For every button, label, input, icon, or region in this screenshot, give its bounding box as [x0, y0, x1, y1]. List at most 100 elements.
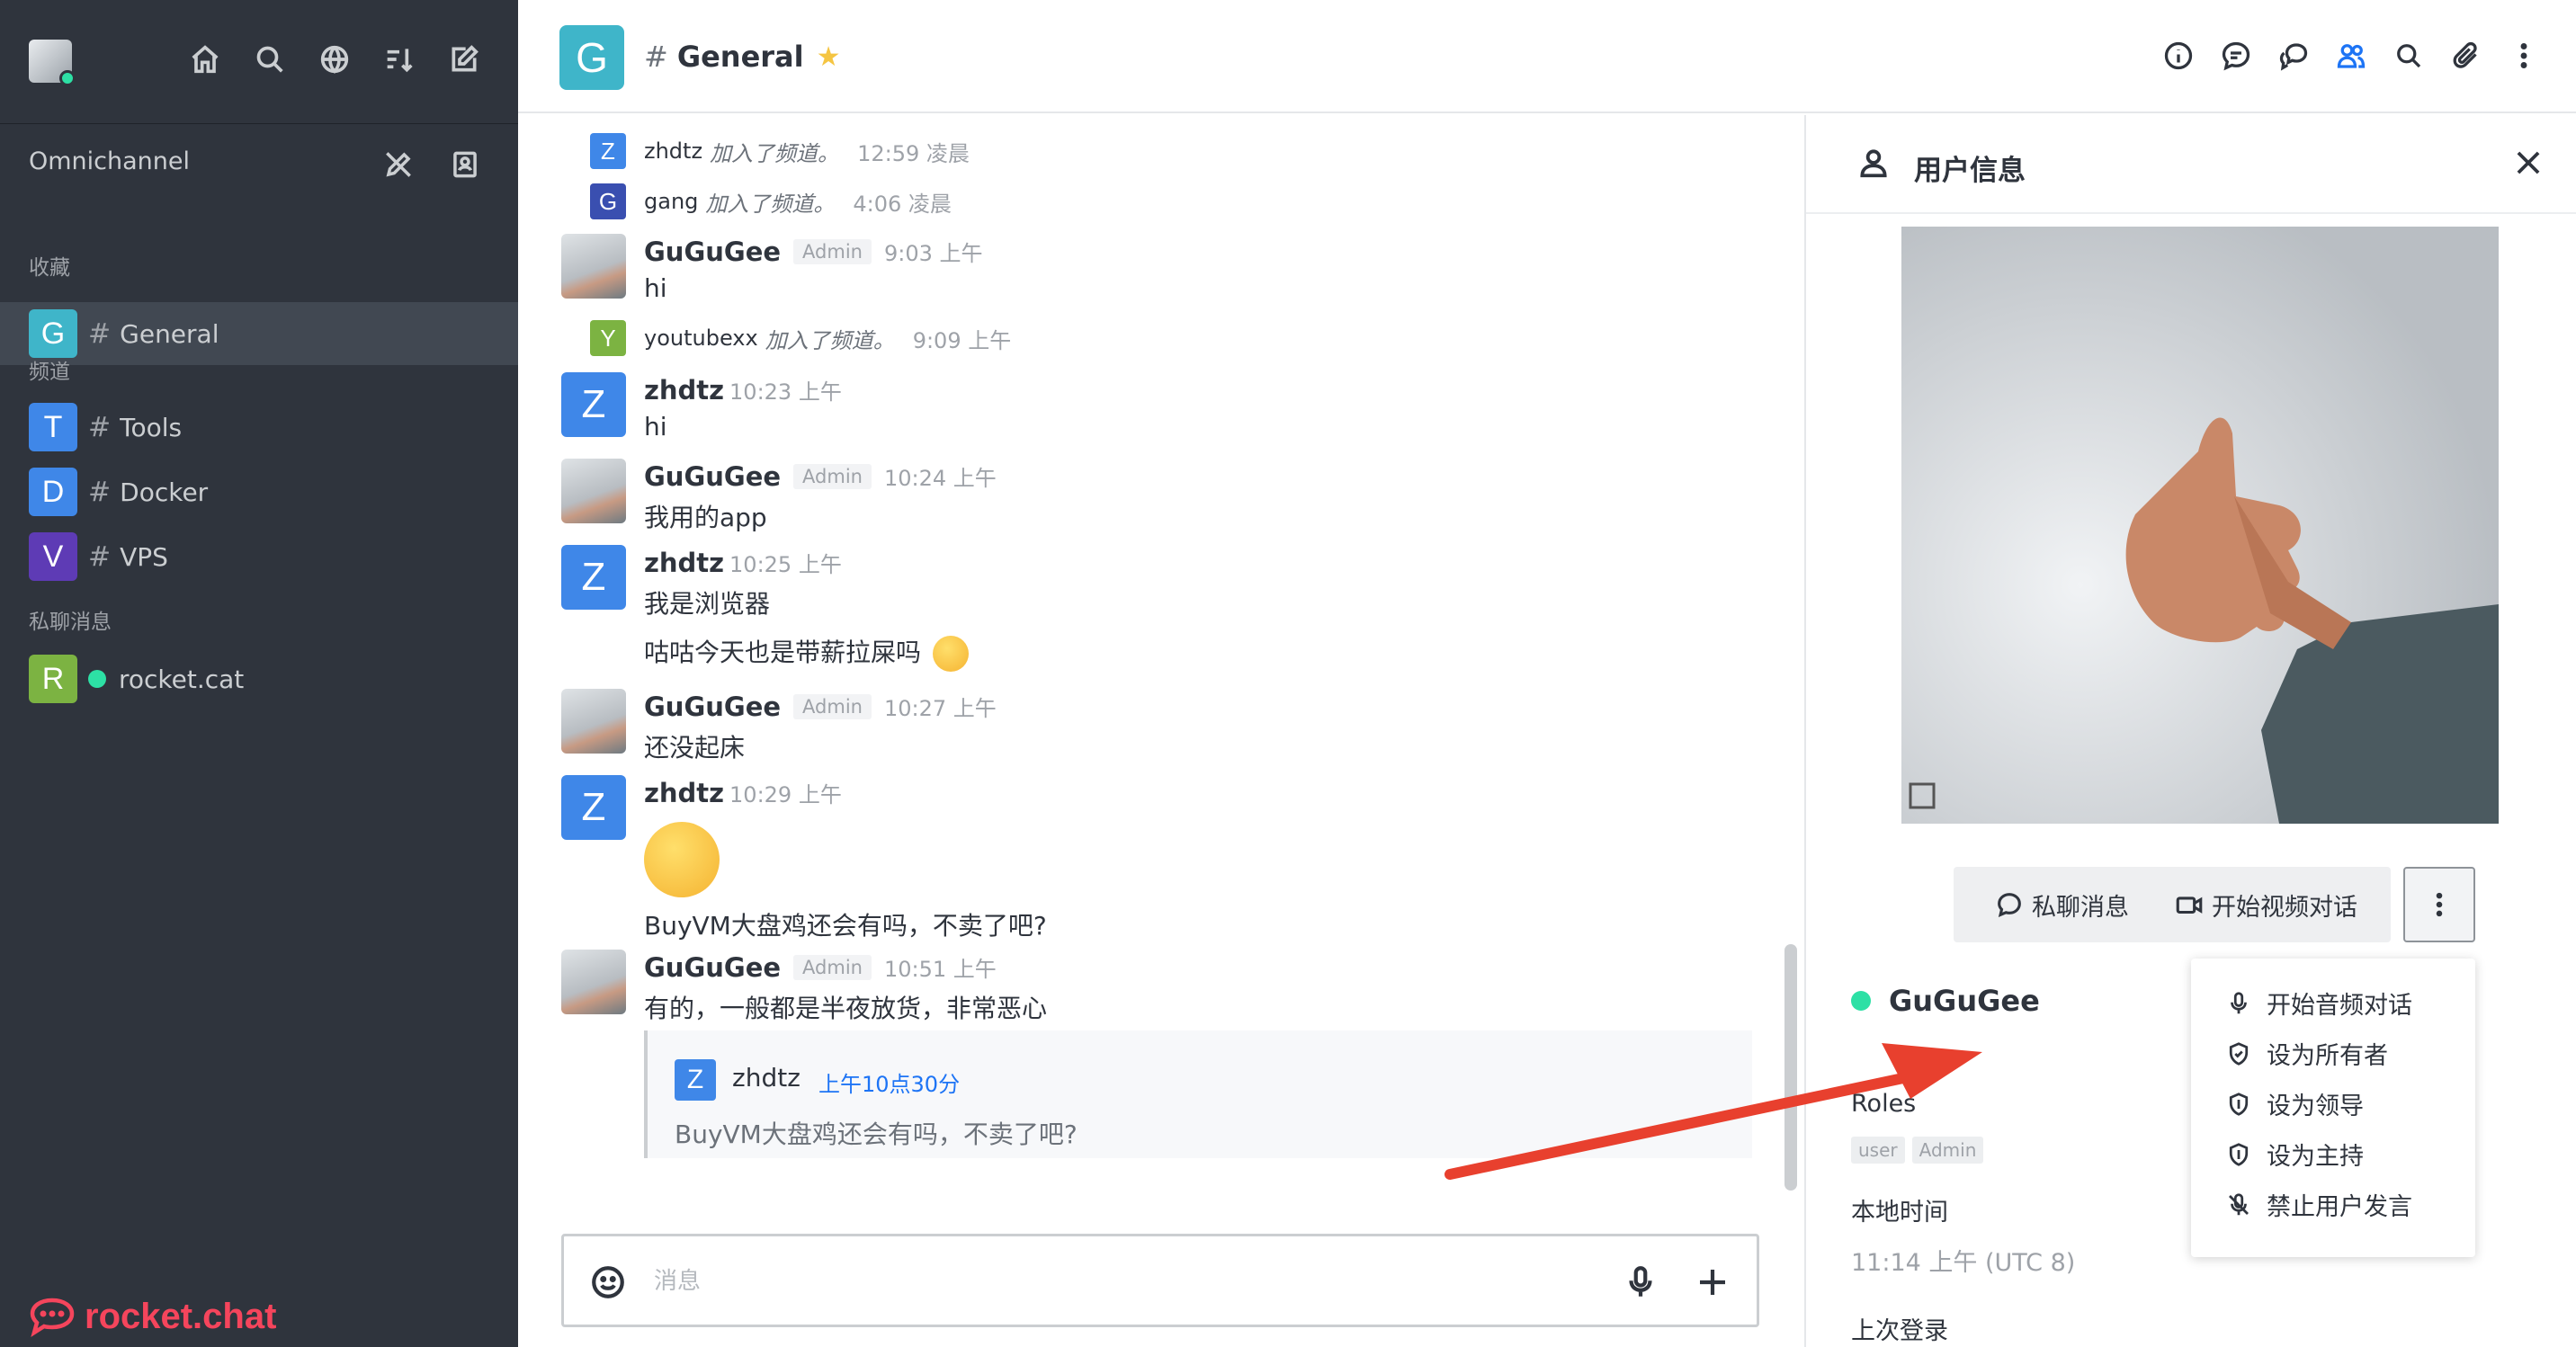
username: GuGuGee	[1889, 984, 2040, 1018]
username[interactable]: zhdtz	[644, 138, 702, 164]
avatar[interactable]	[29, 40, 76, 86]
avatar[interactable]	[561, 459, 626, 523]
username[interactable]: youtubexx	[644, 326, 758, 351]
timestamp: 4:06 凌晨	[853, 191, 952, 217]
search-messages-icon[interactable]	[2393, 40, 2425, 76]
menu-item-mute-user[interactable]: 禁止用户发言	[2225, 1187, 2412, 1222]
omnichannel-status-icon[interactable]	[381, 147, 416, 185]
sidebar-item-general[interactable]: G # General	[0, 302, 518, 365]
sidebar-item-tools[interactable]: T # Tools	[0, 396, 518, 459]
message-input[interactable]	[654, 1260, 1589, 1303]
timestamp: 10:29 上午	[729, 782, 842, 807]
mic-off-icon	[2229, 1192, 2249, 1215]
username[interactable]: zhdtz	[644, 778, 724, 808]
kebab-menu-icon[interactable]	[2508, 40, 2540, 76]
username[interactable]: GuGuGee	[644, 691, 781, 722]
avatar[interactable]: Z	[590, 133, 626, 169]
user-status: GuGuGee	[1851, 984, 2040, 1018]
search-icon[interactable]	[252, 41, 288, 81]
timestamp: 12:59 凌晨	[857, 140, 970, 166]
omnichannel-label: Omnichannel	[29, 147, 191, 175]
message-list[interactable]: Z zhdtz 加入了频道。 12:59 凌晨 G gang 加入了频道。 4:…	[518, 115, 1802, 1212]
message-text: 咕咕今天也是带薪拉屎吗	[644, 633, 969, 672]
threads-icon[interactable]	[2277, 40, 2310, 76]
discussion-icon[interactable]	[2220, 40, 2252, 76]
message-text: BuyVM大盘鸡还会有吗，不卖了吧?	[644, 911, 1047, 941]
avatar[interactable]: Z	[561, 775, 626, 840]
create-new-icon[interactable]	[446, 41, 482, 81]
menu-item-label: 开始音频对话	[2267, 992, 2412, 1020]
message-text: 还没起床	[644, 733, 746, 763]
message-text: 我用的app	[644, 503, 767, 532]
hash-icon: #	[88, 411, 112, 443]
quoted-message[interactable]: Z zhdtz 上午10点30分 BuyVM大盘鸡还会有吗，不卖了吧?	[644, 1030, 1752, 1158]
username[interactable]: GuGuGee	[644, 236, 781, 267]
sidebar-item-vps[interactable]: V # VPS	[0, 525, 518, 588]
more-actions-button[interactable]	[2403, 867, 2475, 942]
scrollbar[interactable]	[1784, 944, 1797, 1191]
directory-globe-icon[interactable]	[317, 41, 353, 81]
role-badge: Admin	[793, 238, 872, 264]
username[interactable]: GuGuGee	[644, 461, 781, 492]
avatar[interactable]	[561, 689, 626, 754]
room-info-icon[interactable]	[2162, 40, 2195, 76]
menu-item-set-moderator[interactable]: 设为主持	[2225, 1137, 2364, 1172]
panel-header: 用户信息	[1806, 115, 2576, 214]
menu-item-label: 禁止用户发言	[2267, 1193, 2412, 1221]
menu-item-start-audio-call[interactable]: 开始音频对话	[2225, 986, 2412, 1021]
sidebar-header	[0, 0, 518, 124]
local-time-label: 本地时间	[1851, 1199, 1948, 1227]
menu-item-set-owner[interactable]: 设为所有者	[2225, 1036, 2388, 1071]
microphone-icon[interactable]	[1622, 1263, 1659, 1305]
username[interactable]: zhdtz	[644, 548, 724, 578]
section-channels: 频道	[29, 361, 70, 384]
plus-icon[interactable]	[1694, 1263, 1731, 1305]
sidebar-item-docker[interactable]: D # Docker	[0, 460, 518, 523]
room-avatar: V	[29, 532, 77, 581]
home-icon[interactable]	[187, 41, 223, 81]
avatar[interactable]: Z	[675, 1059, 716, 1101]
system-action: 加入了频道。	[705, 191, 836, 217]
hash-icon: #	[88, 317, 112, 350]
user-actions-menu: 开始音频对话 设为所有者 设为领导 设为主持 禁止用户发言	[2191, 959, 2475, 1257]
room-avatar: R	[29, 655, 77, 703]
panel-title: 用户信息	[1914, 155, 2026, 187]
start-video-call-button[interactable]: 开始视频对话	[2141, 867, 2391, 942]
username[interactable]: zhdtz	[732, 1063, 801, 1093]
menu-item-set-leader[interactable]: 设为领导	[2225, 1086, 2364, 1121]
quote-timestamp-link[interactable]: 上午10点30分	[818, 1066, 960, 1098]
avatar[interactable]	[561, 234, 626, 299]
user-avatar-photo	[1901, 227, 2499, 824]
username[interactable]: GuGuGee	[644, 952, 781, 983]
online-status-dot	[1851, 991, 1871, 1011]
members-icon[interactable]	[2335, 40, 2367, 76]
system-message: Z zhdtz 加入了频道。 12:59 凌晨	[590, 133, 970, 169]
timestamp: 10:51 上午	[883, 957, 997, 982]
sidebar-item-label: VPS	[120, 541, 168, 572]
role-badge: Admin	[793, 954, 872, 980]
username[interactable]: gang	[644, 189, 698, 214]
sort-icon[interactable]	[381, 41, 417, 81]
roles-list: user Admin	[1851, 1137, 1984, 1164]
sidebar-item-rocket-cat[interactable]: R rocket.cat	[0, 647, 518, 710]
avatar[interactable]: Z	[561, 545, 626, 610]
contact-center-icon[interactable]	[448, 147, 482, 185]
system-action: 加入了频道。	[765, 327, 895, 353]
avatar[interactable]: G	[590, 183, 626, 219]
favorite-star-icon[interactable]: ★	[817, 41, 841, 73]
avatar[interactable]: Y	[590, 320, 626, 356]
avatar[interactable]	[561, 950, 626, 1014]
direct-message-button[interactable]: 私聊消息	[1954, 867, 2169, 942]
sidebar: Omnichannel 收藏 G # General 频道 T # Tools …	[0, 0, 518, 1347]
emoji-picker-icon[interactable]	[589, 1263, 627, 1305]
roles-label: Roles	[1851, 1090, 1917, 1118]
timestamp: 10:25 上午	[729, 552, 842, 577]
username[interactable]: zhdtz	[644, 375, 724, 406]
avatar[interactable]: Z	[561, 372, 626, 437]
timestamp: 10:23 上午	[729, 379, 842, 405]
close-icon[interactable]	[2511, 146, 2545, 183]
room-name: General	[676, 40, 804, 74]
room-avatar: G	[29, 309, 77, 358]
attachment-icon[interactable]	[2450, 40, 2482, 76]
sidebar-item-label: rocket.cat	[119, 664, 245, 694]
